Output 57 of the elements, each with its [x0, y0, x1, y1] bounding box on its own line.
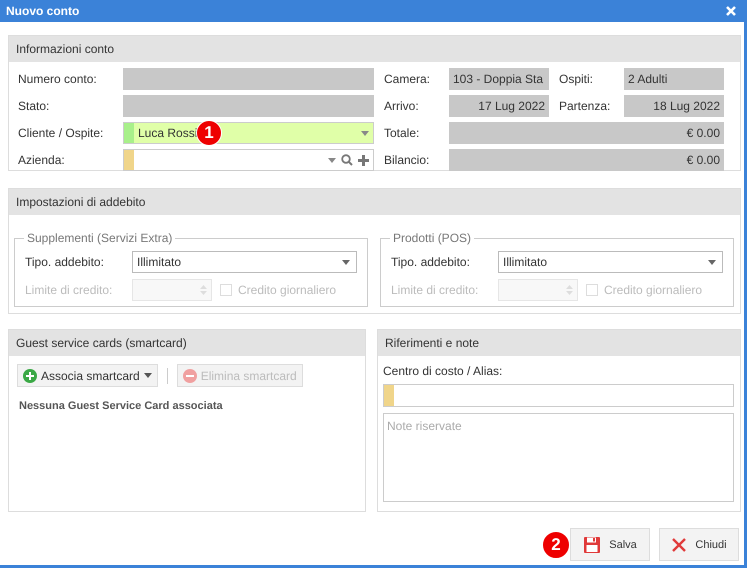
search-icon[interactable]: [341, 154, 353, 166]
field-value: € 0.00: [686, 153, 720, 167]
panel-title: Impostazioni di addebito: [16, 195, 146, 209]
select-field[interactable]: Illimitato: [132, 251, 357, 273]
field-label: Tipo. addebito:: [25, 255, 105, 269]
field-label: Ospiti:: [558, 72, 594, 86]
notes-field[interactable]: Note riservate: [383, 413, 734, 502]
field-label: Arrivo:: [384, 99, 420, 113]
caret-icon: [342, 260, 350, 264]
panel-title: Guest service cards (smartcard): [16, 336, 187, 350]
field-label: Bilancio:: [384, 153, 430, 167]
field-label: Azienda:: [18, 153, 66, 167]
field-label: Stato:: [18, 99, 50, 113]
field-value: Luca Rossi: [138, 126, 198, 140]
field-label: Centro di costo / Alias:: [383, 364, 504, 378]
checkbox[interactable]: [220, 284, 232, 296]
close-button[interactable]: Chiudi: [659, 528, 739, 561]
field-label: Partenza:: [558, 99, 612, 113]
group-title: Prodotti (POS): [392, 231, 472, 245]
select-field[interactable]: Illimitato: [498, 251, 723, 273]
field-label: Totale:: [384, 126, 420, 140]
combo-field[interactable]: Luca Rossi 1: [123, 122, 374, 144]
field-value: 103 - Doppia Sta: [453, 72, 544, 86]
marker: [384, 385, 394, 406]
checkbox-label: Credito giornaliero: [604, 283, 704, 297]
minus-circle-icon: [182, 368, 197, 382]
checkbox-label: Credito giornaliero: [238, 283, 338, 297]
field-value: 17 Lug 2022: [478, 99, 545, 113]
close-icon[interactable]: [726, 6, 736, 16]
panel-title: Informazioni conto: [16, 42, 114, 56]
caret-icon: [361, 130, 369, 136]
caret-icon: [708, 260, 716, 264]
field-label: Numero conto:: [18, 72, 98, 86]
caret-icon: [328, 158, 336, 162]
checkbox[interactable]: [586, 284, 598, 296]
field-value: 2 Adulti: [628, 72, 668, 86]
callout-badge: 2: [542, 530, 570, 558]
save-button[interactable]: Salva: [570, 528, 650, 561]
field-value: 18 Lug 2022: [653, 99, 720, 113]
field-label: Limite di credito:: [25, 283, 114, 297]
field-value: € 0.00: [686, 126, 720, 140]
field-label: Cliente / Ospite:: [18, 126, 104, 140]
empty-message: Nessuna Guest Service Card associata: [18, 399, 224, 414]
cost-center-field[interactable]: [383, 384, 734, 407]
close-icon: [671, 536, 688, 552]
field-label: Limite di credito:: [391, 283, 480, 297]
callout-badge: 1: [196, 120, 222, 146]
caret-icon: [144, 373, 152, 378]
window-title: Nuovo conto: [6, 4, 80, 18]
field-label: Tipo. addebito:: [391, 255, 471, 269]
plus-circle-icon: [23, 368, 37, 382]
plus-icon[interactable]: [358, 154, 369, 166]
panel-title: Riferimenti e note: [385, 336, 480, 350]
group-title: Supplementi (Servizi Extra): [26, 231, 174, 245]
combo-field[interactable]: [123, 149, 374, 171]
field-label: Camera:: [384, 72, 432, 86]
toolbar-button[interactable]: Associa smartcard: [17, 364, 158, 387]
